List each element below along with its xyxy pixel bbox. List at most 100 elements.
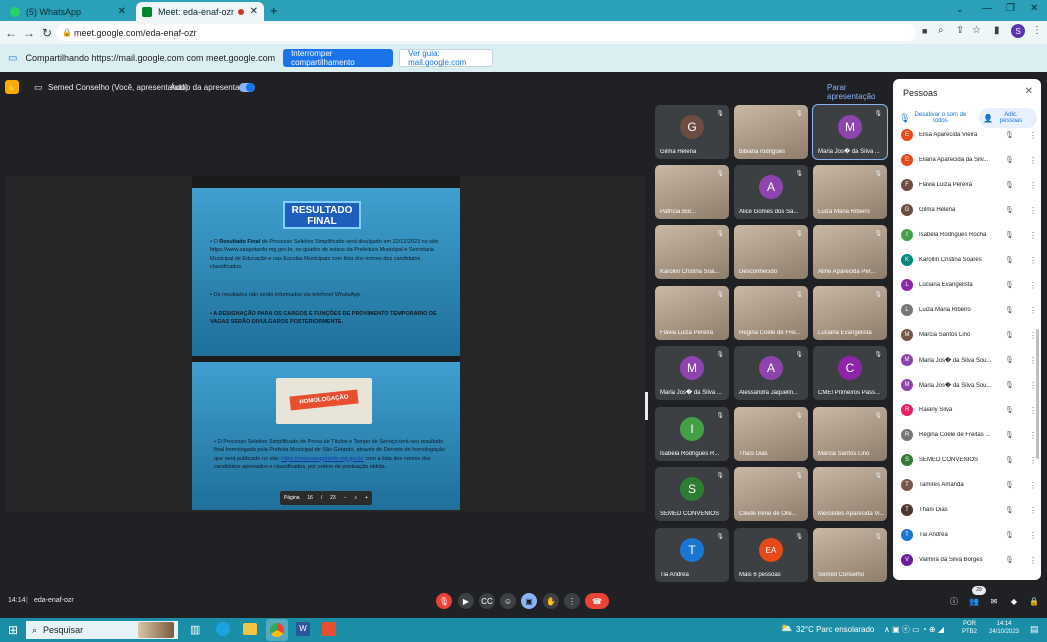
mic-off-icon[interactable]: 🎙 — [1005, 456, 1014, 465]
activities-button[interactable]: ◆ — [1006, 593, 1022, 609]
mic-off-icon[interactable]: 🎙 — [1005, 531, 1014, 540]
chat-button[interactable]: ✉ — [986, 593, 1002, 609]
window-close-button[interactable]: ✕ — [1030, 3, 1038, 14]
zoom-in-button[interactable]: + — [365, 495, 368, 501]
participant-tile[interactable]: 🎙 Cleide Irene de Oliv... — [734, 467, 808, 521]
participant-tile[interactable]: S 🎙 SEMED CONVÊNIOS — [655, 467, 729, 521]
mic-off-icon[interactable]: 🎙 — [1005, 306, 1014, 315]
new-tab-button[interactable]: + — [270, 3, 278, 18]
people-list-item[interactable]: V Valmira da Silva Borges 🎙 ⋮ — [901, 550, 1037, 570]
leave-call-button[interactable]: ☎ — [585, 593, 609, 609]
zoom-icon[interactable]: ⌕ — [938, 25, 944, 36]
captions-button[interactable]: CC — [479, 593, 495, 609]
people-list-item[interactable]: M Maria Jos� da Silva Sou... 🎙 ⋮ — [901, 375, 1037, 395]
mic-off-icon[interactable]: 🎙 — [1005, 256, 1014, 265]
people-list-item[interactable]: L Luiza Maria Ribeiro 🎙 ⋮ — [901, 300, 1037, 320]
mic-off-button[interactable]: 🎙 — [436, 593, 452, 609]
participant-tile[interactable]: 🎙 Semed Conselho — [813, 528, 887, 582]
participant-tile[interactable]: 🎙 Mercedes Aparecida Vi... — [813, 467, 887, 521]
more-options-icon[interactable]: ⋮ — [1029, 256, 1037, 265]
url-input[interactable]: 🔒 meet.google.com/eda-enaf-ozr — [56, 24, 916, 41]
people-list-item[interactable]: R Raiany Silva 🎙 ⋮ — [901, 400, 1037, 420]
mic-off-icon[interactable]: 🎙 — [1005, 131, 1014, 140]
close-icon[interactable]: ✕ — [1025, 86, 1033, 97]
scrollbar-thumb[interactable] — [645, 392, 648, 420]
page-current[interactable]: 16 — [307, 495, 313, 501]
participant-tile[interactable]: 🎙 bibiana rodrigues — [734, 105, 808, 159]
stop-sharing-button[interactable]: Interromper compartilhamento — [283, 49, 394, 67]
edge-icon[interactable] — [216, 622, 230, 636]
add-people-button[interactable]: 👤 Adic. pessoas — [979, 108, 1037, 128]
tab-whatsapp[interactable]: (5) WhatsApp ✕ — [4, 2, 132, 21]
more-options-icon[interactable]: ⋮ — [1029, 131, 1037, 140]
people-button[interactable]: 👥 — [966, 593, 982, 609]
mute-all-button[interactable]: 🎙 Desativar o som de todos — [899, 108, 973, 128]
language-indicator[interactable]: POR PTB2 — [962, 621, 977, 637]
sidebar-icon[interactable]: ▮ — [994, 25, 1000, 36]
people-list-item[interactable]: T Tamires Amanda 🎙 ⋮ — [901, 475, 1037, 495]
participant-tile[interactable]: 🎙 Karollin Cristina Soa... — [655, 225, 729, 279]
zoom-out-button[interactable]: − — [344, 495, 347, 501]
share-icon[interactable]: ⇪ — [956, 25, 964, 36]
present-button[interactable]: ▣ — [521, 593, 537, 609]
participant-tile[interactable]: 🎙 Luciana Evangelista — [813, 286, 887, 340]
app-icon[interactable] — [322, 622, 336, 636]
minimize-button[interactable]: — — [982, 3, 992, 14]
host-controls-button[interactable]: 🔒 — [1026, 593, 1042, 609]
chrome-taskbar-button[interactable] — [266, 619, 288, 641]
slide-link[interactable]: https://www.saogotardo.mg.gov.br — [281, 456, 364, 462]
windows-start-icon[interactable]: ⊞ — [8, 623, 18, 637]
participant-tile[interactable]: A 🎙 Alessandra Jaquelin... — [734, 346, 808, 400]
people-scrollbar[interactable] — [1036, 329, 1039, 459]
mic-off-icon[interactable]: 🎙 — [1005, 556, 1014, 565]
task-view-icon[interactable]: ▥ — [190, 623, 200, 636]
tray-icons[interactable]: ∧ ▣ ⓔ ▭ ◔ ⊕ ◢ — [884, 624, 944, 635]
camera-icon[interactable]: ■ — [922, 26, 927, 36]
tab-search-icon[interactable]: ⌄ — [956, 4, 964, 15]
people-list-item[interactable]: T Tia Andrea 🎙 ⋮ — [901, 525, 1037, 545]
mic-off-icon[interactable]: 🎙 — [1005, 506, 1014, 515]
notifications-icon[interactable]: ▤ — [1030, 624, 1039, 635]
participant-tile[interactable]: 🎙 Patrícia Bor... — [655, 165, 729, 219]
participant-tile[interactable]: G 🎙 Gilma Helena — [655, 105, 729, 159]
more-options-icon[interactable]: ⋮ — [1029, 306, 1037, 315]
more-options-icon[interactable]: ⋮ — [1029, 481, 1037, 490]
people-list-item[interactable]: K Karollin Cristina Soares 🎙 ⋮ — [901, 250, 1037, 270]
people-list-item[interactable]: I Isabela Rodrigues Rocha 🎙 ⋮ — [901, 225, 1037, 245]
file-explorer-icon[interactable] — [243, 623, 257, 635]
participant-tile[interactable]: I 🎙 Isabela Rodrigues R... — [655, 407, 729, 461]
stop-presenting-button[interactable]: Parar apresentação — [827, 83, 890, 101]
participant-tile[interactable]: 🎙 Luiza Maria Ribeiro — [813, 165, 887, 219]
emoji-button[interactable]: ☺ — [500, 593, 516, 609]
mic-off-icon[interactable]: 🎙 — [1005, 156, 1014, 165]
participant-tile[interactable]: 🎙 Desconhecido — [734, 225, 808, 279]
participant-tile[interactable]: 🎙 Flávia Luiza Pereira — [655, 286, 729, 340]
people-list-item[interactable]: L Luciana Evangelista 🎙 ⋮ — [901, 275, 1037, 295]
people-list-item[interactable]: M Maria Jos� da Silva Sou... 🎙 ⋮ — [901, 350, 1037, 370]
mic-off-icon[interactable]: 🎙 — [1005, 481, 1014, 490]
mic-off-icon[interactable]: 🎙 — [1005, 381, 1014, 390]
taskbar-search-box[interactable]: ⌕ Pesquisar — [26, 621, 178, 639]
people-list-item[interactable]: F Flávia Luiza Pereira 🎙 ⋮ — [901, 175, 1037, 195]
participant-tile[interactable]: 🎙 Márcia Santos Lino — [813, 407, 887, 461]
more-options-icon[interactable]: ⋮ — [1029, 556, 1037, 565]
participant-tile[interactable]: A 🎙 Alice Gomes dos Sa... — [734, 165, 808, 219]
star-icon[interactable]: ☆ — [972, 25, 981, 36]
more-options-icon[interactable]: ⋮ — [1029, 181, 1037, 190]
people-list-item[interactable]: G Gilma Helena 🎙 ⋮ — [901, 200, 1037, 220]
participant-tile[interactable]: M 🎙 Maria Jos� da Silva ... — [655, 346, 729, 400]
profile-avatar[interactable]: S — [1011, 24, 1025, 38]
audio-toggle[interactable] — [239, 83, 255, 92]
close-icon[interactable]: ✕ — [118, 6, 126, 17]
participant-tile[interactable]: T 🎙 Tia Andrea — [655, 528, 729, 582]
mic-off-icon[interactable]: 🎙 — [1005, 331, 1014, 340]
people-list-item[interactable]: E Eliana Aparecida da Silv... 🎙 ⋮ — [901, 150, 1037, 170]
more-options-icon[interactable]: ⋮ — [1029, 206, 1037, 215]
people-list-item[interactable]: T Thaís Dias 🎙 ⋮ — [901, 500, 1037, 520]
participant-tile[interactable]: EA 🎙 Mais 6 pessoas — [734, 528, 808, 582]
weather-text[interactable]: 32°C Parc ensolarado — [796, 625, 874, 634]
mic-off-icon[interactable]: 🎙 — [1005, 281, 1014, 290]
back-icon[interactable]: ← — [2, 26, 20, 40]
camera-button[interactable]: ▶ — [458, 593, 474, 609]
people-list-item[interactable]: E Elisa Aparecida Vieira 🎙 ⋮ — [901, 129, 1037, 145]
